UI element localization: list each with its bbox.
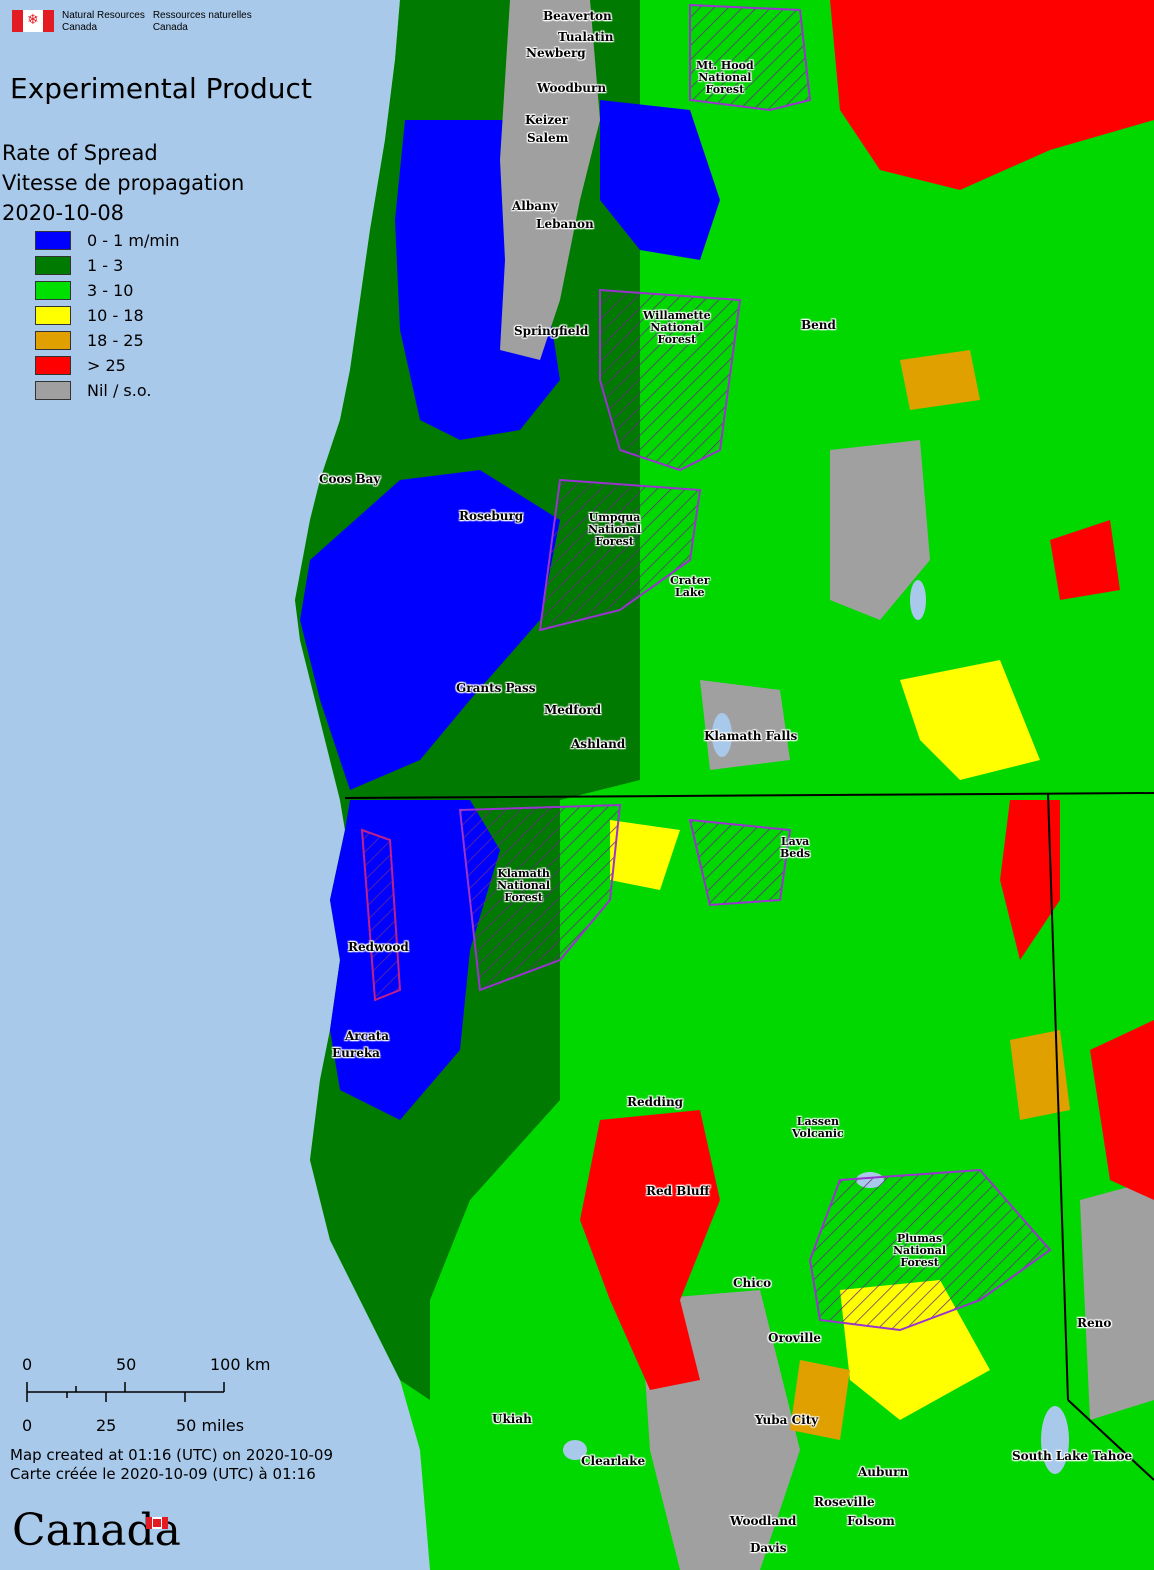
place-eureka[interactable]: Eureka — [332, 1047, 380, 1060]
legend-swatch — [35, 356, 71, 375]
legend: Rate of Spread Vitesse de propagation 20… — [2, 138, 244, 403]
legend-swatch — [35, 381, 71, 400]
park-lava-beds[interactable]: Lava Beds — [780, 836, 810, 860]
scale-mi-0: 0 — [22, 1416, 33, 1435]
legend-title-en: Rate of Spread — [2, 141, 158, 165]
wordmark-flag-icon — [146, 1517, 168, 1529]
orange-spread-2 — [1010, 1030, 1070, 1120]
place-south-lake-tahoe[interactable]: South Lake Tahoe — [1012, 1450, 1132, 1463]
legend-swatch — [35, 231, 71, 250]
park-umpqua[interactable]: Umpqua National Forest — [588, 512, 641, 548]
product-title: Experimental Product — [10, 72, 312, 105]
legend-date: 2020-10-08 — [2, 201, 125, 225]
place-folsom[interactable]: Folsom — [847, 1515, 895, 1528]
place-klamath-falls[interactable]: Klamath Falls — [704, 730, 797, 743]
scale-mi-25: 25 — [96, 1416, 117, 1435]
scale-bar-lines — [26, 1382, 225, 1402]
place-bend[interactable]: Bend — [801, 319, 836, 332]
place-redwood[interactable]: Redwood — [348, 941, 409, 954]
place-chico[interactable]: Chico — [733, 1277, 771, 1290]
legend-item: 0 - 1 m/min — [35, 228, 244, 253]
legend-swatch — [35, 331, 71, 350]
place-newberg[interactable]: Newberg — [526, 47, 586, 60]
park-plumas[interactable]: Plumas National Forest — [893, 1233, 946, 1269]
legend-swatch — [35, 281, 71, 300]
place-albany[interactable]: Albany — [512, 200, 558, 213]
place-keizer[interactable]: Keizer — [525, 114, 568, 127]
nil-nevada — [1080, 1180, 1154, 1420]
place-red-bluff[interactable]: Red Bluff — [646, 1185, 709, 1198]
place-auburn[interactable]: Auburn — [858, 1466, 908, 1479]
place-lebanon[interactable]: Lebanon — [536, 218, 594, 231]
place-ukiah[interactable]: Ukiah — [492, 1413, 532, 1426]
place-roseville[interactable]: Roseville — [814, 1496, 875, 1509]
agency-name-en: Natural Resources Canada — [62, 10, 145, 33]
scale-mi-50: 50 miles — [176, 1416, 245, 1435]
credit-line-fr: Carte créée le 2020-10-09 (UTC) à 01:16 — [10, 1465, 316, 1483]
place-davis[interactable]: Davis — [750, 1542, 786, 1555]
park-willamette[interactable]: Willamette National Forest — [643, 310, 711, 346]
place-beaverton[interactable]: Beaverton — [543, 10, 612, 23]
place-woodburn[interactable]: Woodburn — [537, 82, 606, 95]
place-springfield[interactable]: Springfield — [514, 325, 588, 338]
place-roseburg[interactable]: Roseburg — [459, 510, 523, 523]
map-credits: Map created at 01:16 (UTC) on 2020-10-09… — [10, 1446, 333, 1484]
place-arcata[interactable]: Arcata — [345, 1030, 389, 1043]
orange-spread-3 — [790, 1360, 850, 1440]
legend-item: > 25 — [35, 353, 244, 378]
place-oroville[interactable]: Oroville — [768, 1332, 821, 1345]
credit-line-en: Map created at 01:16 (UTC) on 2020-10-09 — [10, 1446, 333, 1464]
place-grants-pass[interactable]: Grants Pass — [456, 682, 536, 695]
legend-swatch — [35, 306, 71, 325]
place-ashland[interactable]: Ashland — [571, 738, 625, 751]
park-lassen[interactable]: Lassen Volcanic — [792, 1116, 844, 1140]
agency-name-fr: Ressources naturelles Canada — [152, 10, 252, 33]
park-crater-lake[interactable]: Crater Lake — [670, 575, 710, 599]
canada-wordmark: Canada — [12, 1505, 181, 1556]
legend-swatch — [35, 256, 71, 275]
agency-header: ❄ Natural Resources Canada Ressources na… — [12, 10, 252, 34]
place-coos-bay[interactable]: Coos Bay — [319, 473, 380, 486]
place-yuba-city[interactable]: Yuba City — [755, 1414, 818, 1427]
legend-item: 18 - 25 — [35, 328, 244, 353]
place-redding[interactable]: Redding — [627, 1096, 683, 1109]
orange-spread-1 — [900, 350, 980, 410]
legend-item: 10 - 18 — [35, 303, 244, 328]
lake-tahoe — [1041, 1406, 1069, 1474]
legend-title-fr: Vitesse de propagation — [2, 171, 245, 195]
place-salem[interactable]: Salem — [527, 132, 568, 145]
lake-lakes-east — [910, 580, 926, 620]
canada-flag-icon: ❄ — [12, 10, 54, 32]
place-medford[interactable]: Medford — [544, 704, 601, 717]
legend-item: Nil / s.o. — [35, 378, 244, 403]
place-tualatin[interactable]: Tualatin — [558, 31, 614, 44]
place-woodland[interactable]: Woodland — [730, 1515, 796, 1528]
legend-item: 1 - 3 — [35, 253, 244, 278]
scale-bar: 0 50 100 km 0 25 50 miles — [18, 1352, 298, 1442]
place-clearlake[interactable]: Clearlake — [581, 1455, 645, 1468]
park-klamath[interactable]: Klamath National Forest — [497, 868, 550, 904]
legend-item: 3 - 10 — [35, 278, 244, 303]
park-mt-hood[interactable]: Mt. Hood National Forest — [696, 60, 754, 96]
place-reno[interactable]: Reno — [1077, 1317, 1111, 1330]
